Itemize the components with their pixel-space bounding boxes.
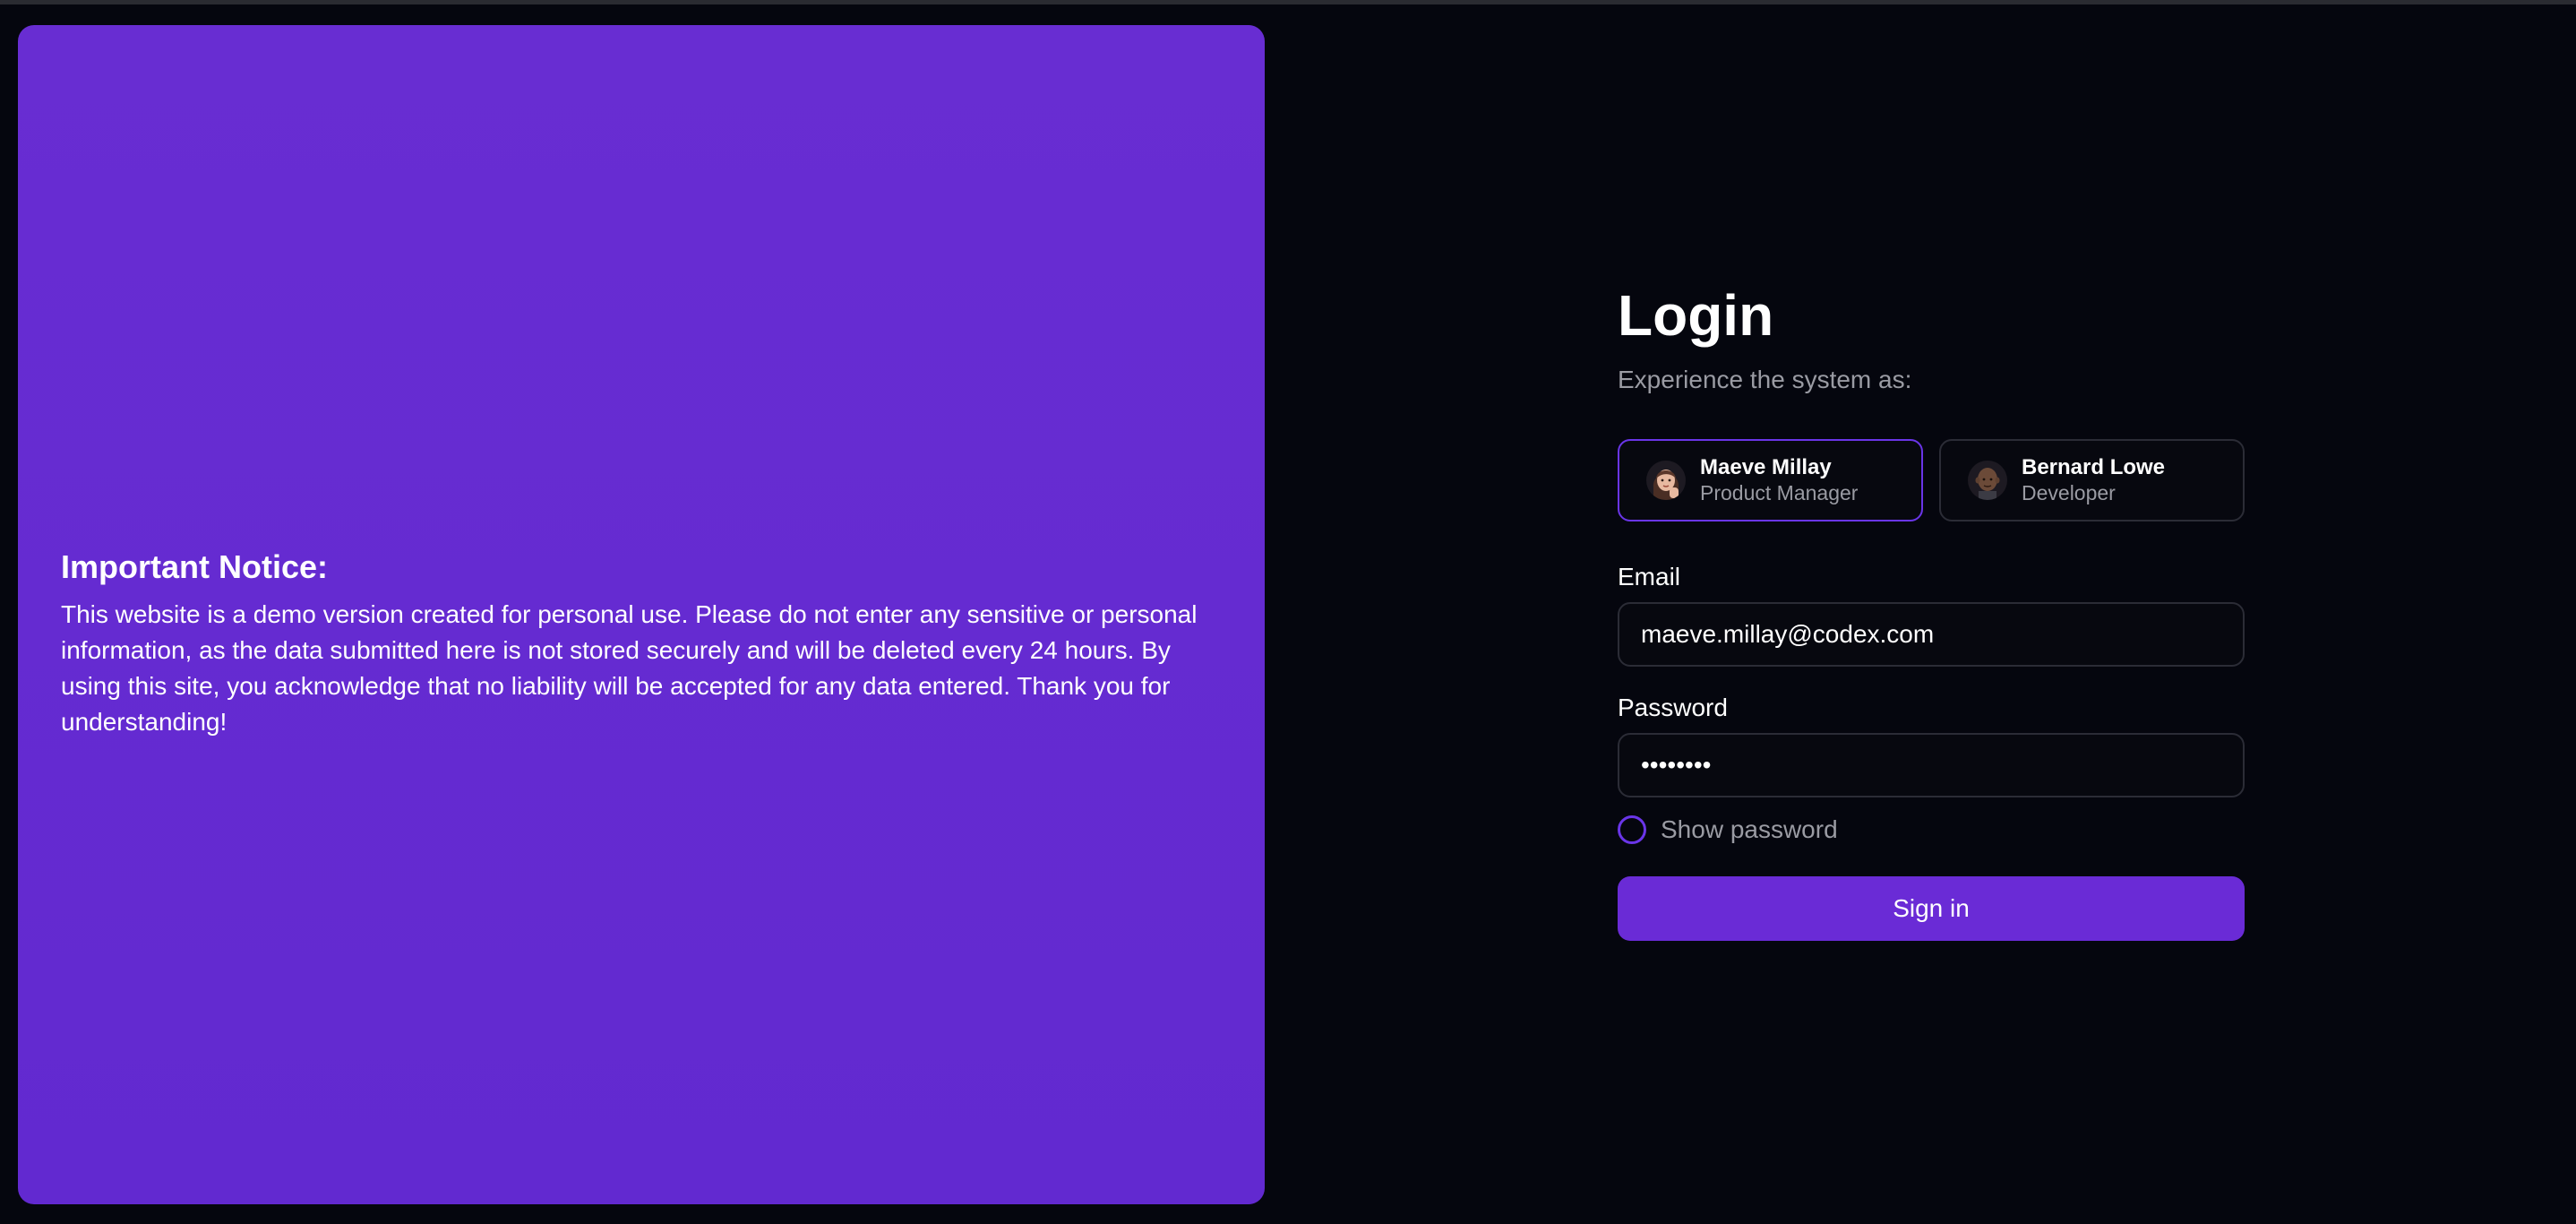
page-title: Login [1618,283,1774,348]
password-label: Password [1618,694,1728,721]
notice-content: Important Notice: This website is a demo… [61,548,1234,740]
login-form: Login Experience the system as: Maeve Mi… [1618,280,2245,941]
persona-name: Maeve Millay [1700,455,1832,479]
email-field[interactable] [1618,602,2245,667]
notice-panel: Important Notice: This website is a demo… [18,25,1265,1204]
sign-in-button[interactable]: Sign in [1618,876,2245,941]
email-label: Email [1618,563,1681,590]
notice-title: Important Notice: [61,548,329,585]
persona-role: Product Manager [1700,481,1859,504]
password-field[interactable] [1618,733,2245,797]
persona-card-maeve[interactable]: Maeve Millay Product Manager [1618,439,1923,521]
persona-card-bernard[interactable]: Bernard Lowe Developer [1939,439,2245,521]
man-emoji-avatar-icon [1968,461,2007,500]
show-password-label: Show password [1661,815,1838,843]
persona-role: Developer [2022,481,2116,504]
woman-emoji-avatar-icon [1646,461,1686,500]
persona-selector: Maeve Millay Product Manager Bernard Low [1618,439,2245,521]
show-password-radio[interactable] [1618,815,1646,844]
show-password-toggle[interactable]: Show password [1618,814,2245,846]
persona-name: Bernard Lowe [2022,455,2166,479]
notice-body: This website is a demo version created f… [61,600,1198,736]
login-subtitle: Experience the system as: [1618,366,1912,393]
window-top-bar [0,0,2576,4]
